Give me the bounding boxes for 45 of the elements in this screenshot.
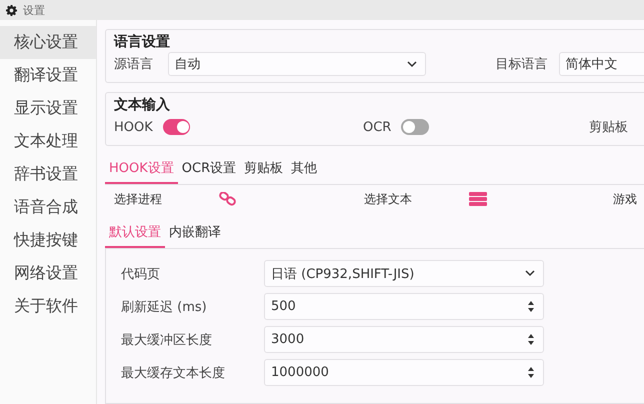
field-label: 刷新延迟 (ms) xyxy=(121,298,208,316)
settings-icon xyxy=(6,4,17,16)
number-input[interactable]: 3000 xyxy=(264,326,544,353)
chevron-down-icon xyxy=(525,270,535,277)
action-label[interactable]: 选择进程 xyxy=(114,190,162,208)
tab[interactable]: 其他 xyxy=(287,155,322,184)
dropdown[interactable]: 简体中文 xyxy=(558,52,644,76)
action-label[interactable]: 游戏 xyxy=(613,190,637,208)
toggle-switch[interactable] xyxy=(162,119,190,135)
window-title: 设置 xyxy=(23,2,45,18)
group-title: 语言设置 xyxy=(114,34,171,50)
group-title: 文本输入 xyxy=(114,97,171,113)
number-input[interactable]: 1000000 xyxy=(264,359,544,386)
dropdown[interactable]: 日语 (CP932,SHIFT-JIS) xyxy=(264,260,544,287)
option-label: 剪贴板 xyxy=(589,119,628,136)
action-label[interactable]: 选择文本 xyxy=(364,190,412,208)
chevron-down-icon xyxy=(407,60,418,68)
sidebar-item[interactable]: 语音合成 xyxy=(0,191,96,224)
number-input[interactable]: 500 xyxy=(264,293,544,320)
field-label: 最大缓冲区长度 xyxy=(121,332,213,348)
spin-arrows-icon[interactable] xyxy=(527,333,535,346)
link-icon[interactable] xyxy=(219,192,237,206)
field-label: 目标语言 xyxy=(495,56,548,73)
dropdown[interactable]: 自动 xyxy=(168,52,426,76)
toggle-switch[interactable] xyxy=(401,119,430,135)
sidebar-item[interactable]: 快捷按键 xyxy=(0,224,96,257)
option-label: OCR xyxy=(363,120,392,134)
sidebar-item[interactable]: 显示设置 xyxy=(0,92,96,125)
sidebar-item[interactable]: 核心设置 xyxy=(0,26,96,59)
tab[interactable]: OCR设置 xyxy=(178,155,240,184)
field-label: 源语言 xyxy=(114,56,154,73)
tab[interactable]: HOOK设置 xyxy=(105,155,178,184)
tab[interactable]: 剪贴板 xyxy=(240,155,288,184)
spin-arrows-icon[interactable] xyxy=(527,300,535,313)
option-label: HOOK xyxy=(114,120,153,134)
tab[interactable]: 内嵌翻译 xyxy=(165,219,225,248)
spin-arrows-icon[interactable] xyxy=(527,366,535,379)
field-label: 最大缓存文本长度 xyxy=(121,364,226,382)
sidebar-item[interactable]: 文本处理 xyxy=(0,125,96,158)
sidebar-item[interactable]: 网络设置 xyxy=(0,257,96,290)
sidebar-item[interactable]: 翻译设置 xyxy=(0,59,96,92)
field-label: 代码页 xyxy=(121,266,161,282)
sidebar-item[interactable]: 辞书设置 xyxy=(0,158,96,191)
sidebar-item[interactable]: 关于软件 xyxy=(0,290,96,323)
list-icon[interactable] xyxy=(469,192,487,206)
